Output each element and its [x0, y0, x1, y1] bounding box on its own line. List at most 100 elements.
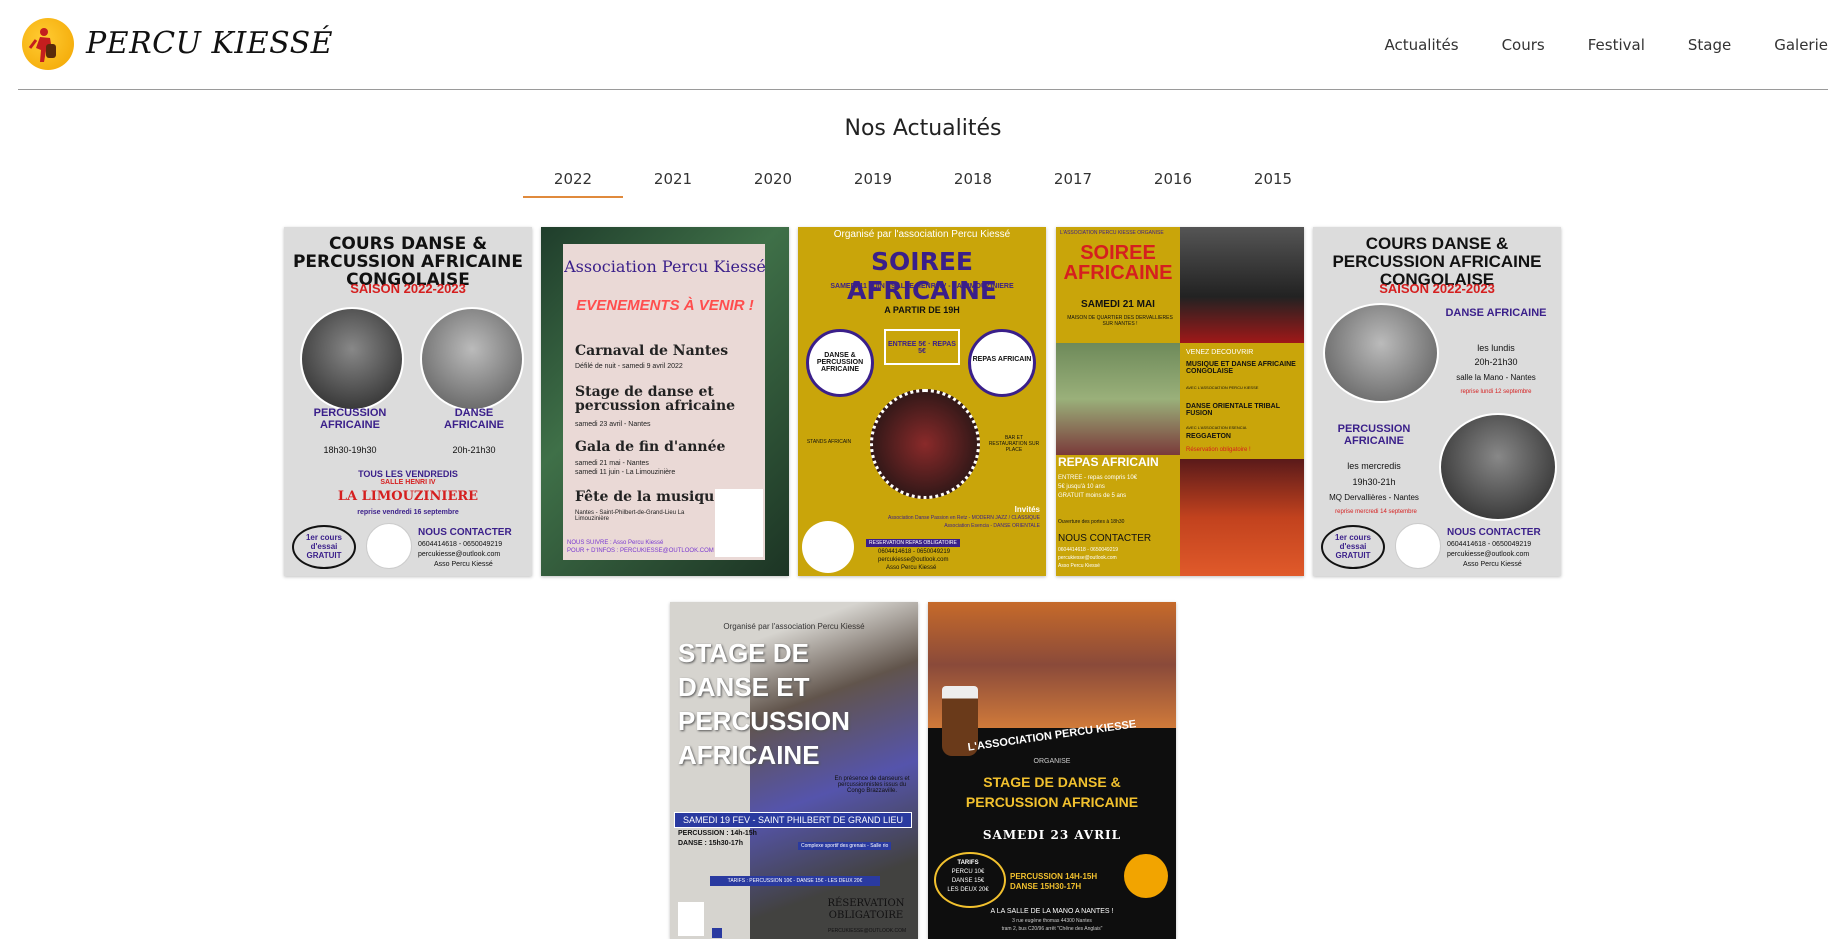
- bar-label: BAR ET RESTAURATION SUR PLACE: [988, 435, 1040, 453]
- main-nav: Actualités Cours Festival Stage Galerie: [1341, 36, 1828, 54]
- stage-photo: [870, 389, 980, 499]
- poster-venue-small: SALLE HENRI IV: [380, 479, 436, 486]
- where-label: A LA SALLE DE LA MANO A NANTES !: [990, 908, 1114, 915]
- tarifs-title: TARIFS: [957, 860, 979, 866]
- percussion-time: 19h30-21h: [1352, 477, 1396, 487]
- tab-2019[interactable]: 2019: [823, 170, 923, 198]
- poster-cours-limouziniere[interactable]: COURS DANSE & PERCUSSION AFRICAINE CONGO…: [284, 227, 532, 576]
- contact-email: PERCUKIESSE@OUTLOOK.COM: [828, 928, 907, 934]
- poster-stage-19-fev[interactable]: Organisé par l'association Percu Kiessé …: [670, 602, 918, 939]
- poster-venue: LA LIMOUZINIERE: [337, 489, 479, 504]
- date-bar: SAMEDI 19 FEV - SAINT PHILBERT DE GRAND …: [674, 812, 912, 828]
- contact-title: NOUS CONTACTER: [418, 527, 512, 538]
- danse-time: 20h-21h30: [1474, 357, 1518, 367]
- danse-days: les lundis: [1477, 343, 1515, 353]
- repas-circle: REPAS AFRICAIN: [968, 329, 1036, 397]
- footer-info: POUR + D'INFOS : PERCUKIESSE@OUTLOOK.COM: [567, 548, 714, 554]
- contact-email: percukiesse@outlook.com: [1447, 551, 1530, 558]
- nav-stage[interactable]: Stage: [1688, 36, 1731, 54]
- event-2: Stage de danse et percussion africaine: [575, 384, 736, 414]
- poster-evenements[interactable]: Association Percu Kiessé EVENEMENTS À VE…: [541, 227, 789, 576]
- discover-1-sub: AVEC L'ASSOCIATION PERCU KIESSE: [1186, 385, 1259, 390]
- dancers-photo: [1323, 303, 1439, 403]
- event-4-sub: Nantes - Saint-Philbert-de-Grand-Lieu La…: [575, 510, 685, 522]
- kiesse-logo-icon: [366, 523, 412, 569]
- danse-time: DANSE : 15h30-17h: [678, 840, 743, 847]
- contact-fb: Asso Percu Kiessé: [434, 561, 493, 568]
- tab-2022[interactable]: 2022: [523, 170, 623, 198]
- percussion-days: les mercredis: [1347, 461, 1401, 471]
- site-logo-text[interactable]: PERCU KIESSÉ: [86, 26, 333, 61]
- logo-icon[interactable]: [22, 18, 74, 70]
- event-1: Carnaval de Nantes: [575, 343, 729, 359]
- guest-2: Association Esencia - DANSE ORIENTALE: [944, 523, 1040, 529]
- poster-top: Organisé par l'association Percu Kiessé: [833, 229, 1011, 240]
- doors-label: Ouverture des portes à 18h30: [1058, 519, 1125, 525]
- event-3-sub2: samedi 11 juin - La Limouzinière: [575, 469, 676, 476]
- poster-title: Association Percu Kiessé: [564, 257, 766, 276]
- poster-date: SAMEDI 23 AVRIL: [982, 828, 1122, 842]
- tarif-2: DANSE 15€: [951, 878, 985, 884]
- bus-label: tram 2, bus C20/96 arrêt "Chêne des Angl…: [1001, 926, 1103, 932]
- contact-title: NOUS CONTACTER: [1058, 533, 1152, 544]
- poster-soiree-21-mai[interactable]: L'ASSOCIATION PERCU KIESSE ORGANISE SOIR…: [1056, 227, 1304, 576]
- contact-phones: 0604414618 - 0650049219: [1447, 541, 1532, 548]
- percussion-label: PERCUSSION AFRICAINE: [313, 407, 387, 431]
- poster-title: STAGE DE DANSE & PERCUSSION AFRICAINE: [965, 774, 1139, 810]
- poster-soiree-11-juin[interactable]: Organisé par l'association Percu Kiessé …: [798, 227, 1046, 576]
- tab-2018[interactable]: 2018: [923, 170, 1023, 198]
- tab-2020[interactable]: 2020: [723, 170, 823, 198]
- page-title: Nos Actualités: [844, 116, 1002, 141]
- tab-2021[interactable]: 2021: [623, 170, 723, 198]
- trial-badge: 1er cours d'essai GRATUIT: [292, 525, 356, 569]
- percussion-label: PERCUSSION AFRICAINE: [1337, 423, 1411, 447]
- tarif-1: PERCU 10€: [951, 869, 985, 875]
- nav-actualites[interactable]: Actualités: [1384, 36, 1458, 54]
- poster-sub: SAMEDI 11 JUIN - SALLE HENRI IV - LA LIM…: [830, 283, 1014, 290]
- guest-1: Association Danse Passion en Retz - MODE…: [888, 515, 1040, 521]
- site-header: PERCU KIESSÉ Actualités Cours Festival S…: [0, 0, 1846, 90]
- poster-stage-23-avril[interactable]: L'ASSOCIATION PERCU KIESSE ORGANISE STAG…: [928, 602, 1176, 939]
- nav-festival[interactable]: Festival: [1588, 36, 1645, 54]
- header-divider: [18, 89, 1828, 90]
- dancers-red-photo: [1180, 227, 1304, 343]
- contact-phones: 0604414618 - 0650049219: [878, 549, 951, 555]
- danse-label: DANSE AFRICAINE: [1445, 307, 1547, 319]
- poster-org: ORGANISE: [1033, 758, 1071, 765]
- kiesse-logo-icon: [1395, 523, 1441, 569]
- drummer-photo: [300, 307, 404, 411]
- contact-email: percukiesse@outlook.com: [1058, 555, 1117, 561]
- nav-cours[interactable]: Cours: [1502, 36, 1545, 54]
- percussion-time: PERCUSSION : 14h-15h: [678, 830, 757, 837]
- kiesse-logo-icon: [715, 489, 763, 557]
- danse-resume: reprise lundi 12 septembre: [1460, 389, 1532, 395]
- poster-season: SAISON 2022-2023: [350, 281, 466, 296]
- poster-cours-nantes[interactable]: COURS DANSE & PERCUSSION AFRICAINE CONGO…: [1313, 227, 1561, 576]
- contact-title: NOUS CONTACTER: [1447, 527, 1541, 538]
- drummer-photo: [1439, 413, 1557, 521]
- percussion-venue: MQ Dervallières - Nantes: [1329, 493, 1419, 502]
- entree-box: ENTREE 5€ · REPAS 5€: [884, 329, 960, 365]
- discover-2-sub: AVEC L'ASSOCIATION ESENCIA: [1186, 425, 1247, 430]
- nav-galerie[interactable]: Galerie: [1774, 36, 1828, 54]
- poster-title: SOIREE AFRICAINE: [847, 247, 997, 305]
- price-1: ENTREE - repas compris 10€: [1058, 475, 1138, 481]
- poster-date: SAMEDI 21 MAI: [1081, 299, 1155, 310]
- trial-badge: 1er cours d'essai GRATUIT: [1321, 525, 1385, 569]
- tab-2017[interactable]: 2017: [1023, 170, 1123, 198]
- event-4: Fête de la musique: [575, 489, 724, 505]
- address-label: 3 rue eugène thomas 44300 Nantes: [1012, 918, 1092, 924]
- tab-2015[interactable]: 2015: [1223, 170, 1323, 198]
- discover-3: REGGAETON: [1186, 433, 1231, 440]
- reserve-label: RESERVATION REPAS OBLIGATOIRE: [866, 539, 960, 547]
- price-2: 5€ jusqu'à 10 ans: [1058, 484, 1105, 490]
- crowd-photo: [1056, 343, 1180, 455]
- price-3: GRATUIT moins de 5 ans: [1058, 493, 1127, 499]
- poster-place: MAISON DE QUARTIER DES DERVALLIERES SUR …: [1067, 315, 1173, 327]
- reserve-label: RÉSERVATION OBLIGATOIRE: [827, 898, 905, 921]
- kiesse-logo-icon: [802, 521, 854, 573]
- contact-email: percukiesse@outlook.com: [878, 557, 949, 563]
- event-2-sub: samedi 23 avril - Nantes: [575, 421, 651, 428]
- tab-2016[interactable]: 2016: [1123, 170, 1223, 198]
- danse-label: DANSE AFRICAINE: [444, 407, 504, 431]
